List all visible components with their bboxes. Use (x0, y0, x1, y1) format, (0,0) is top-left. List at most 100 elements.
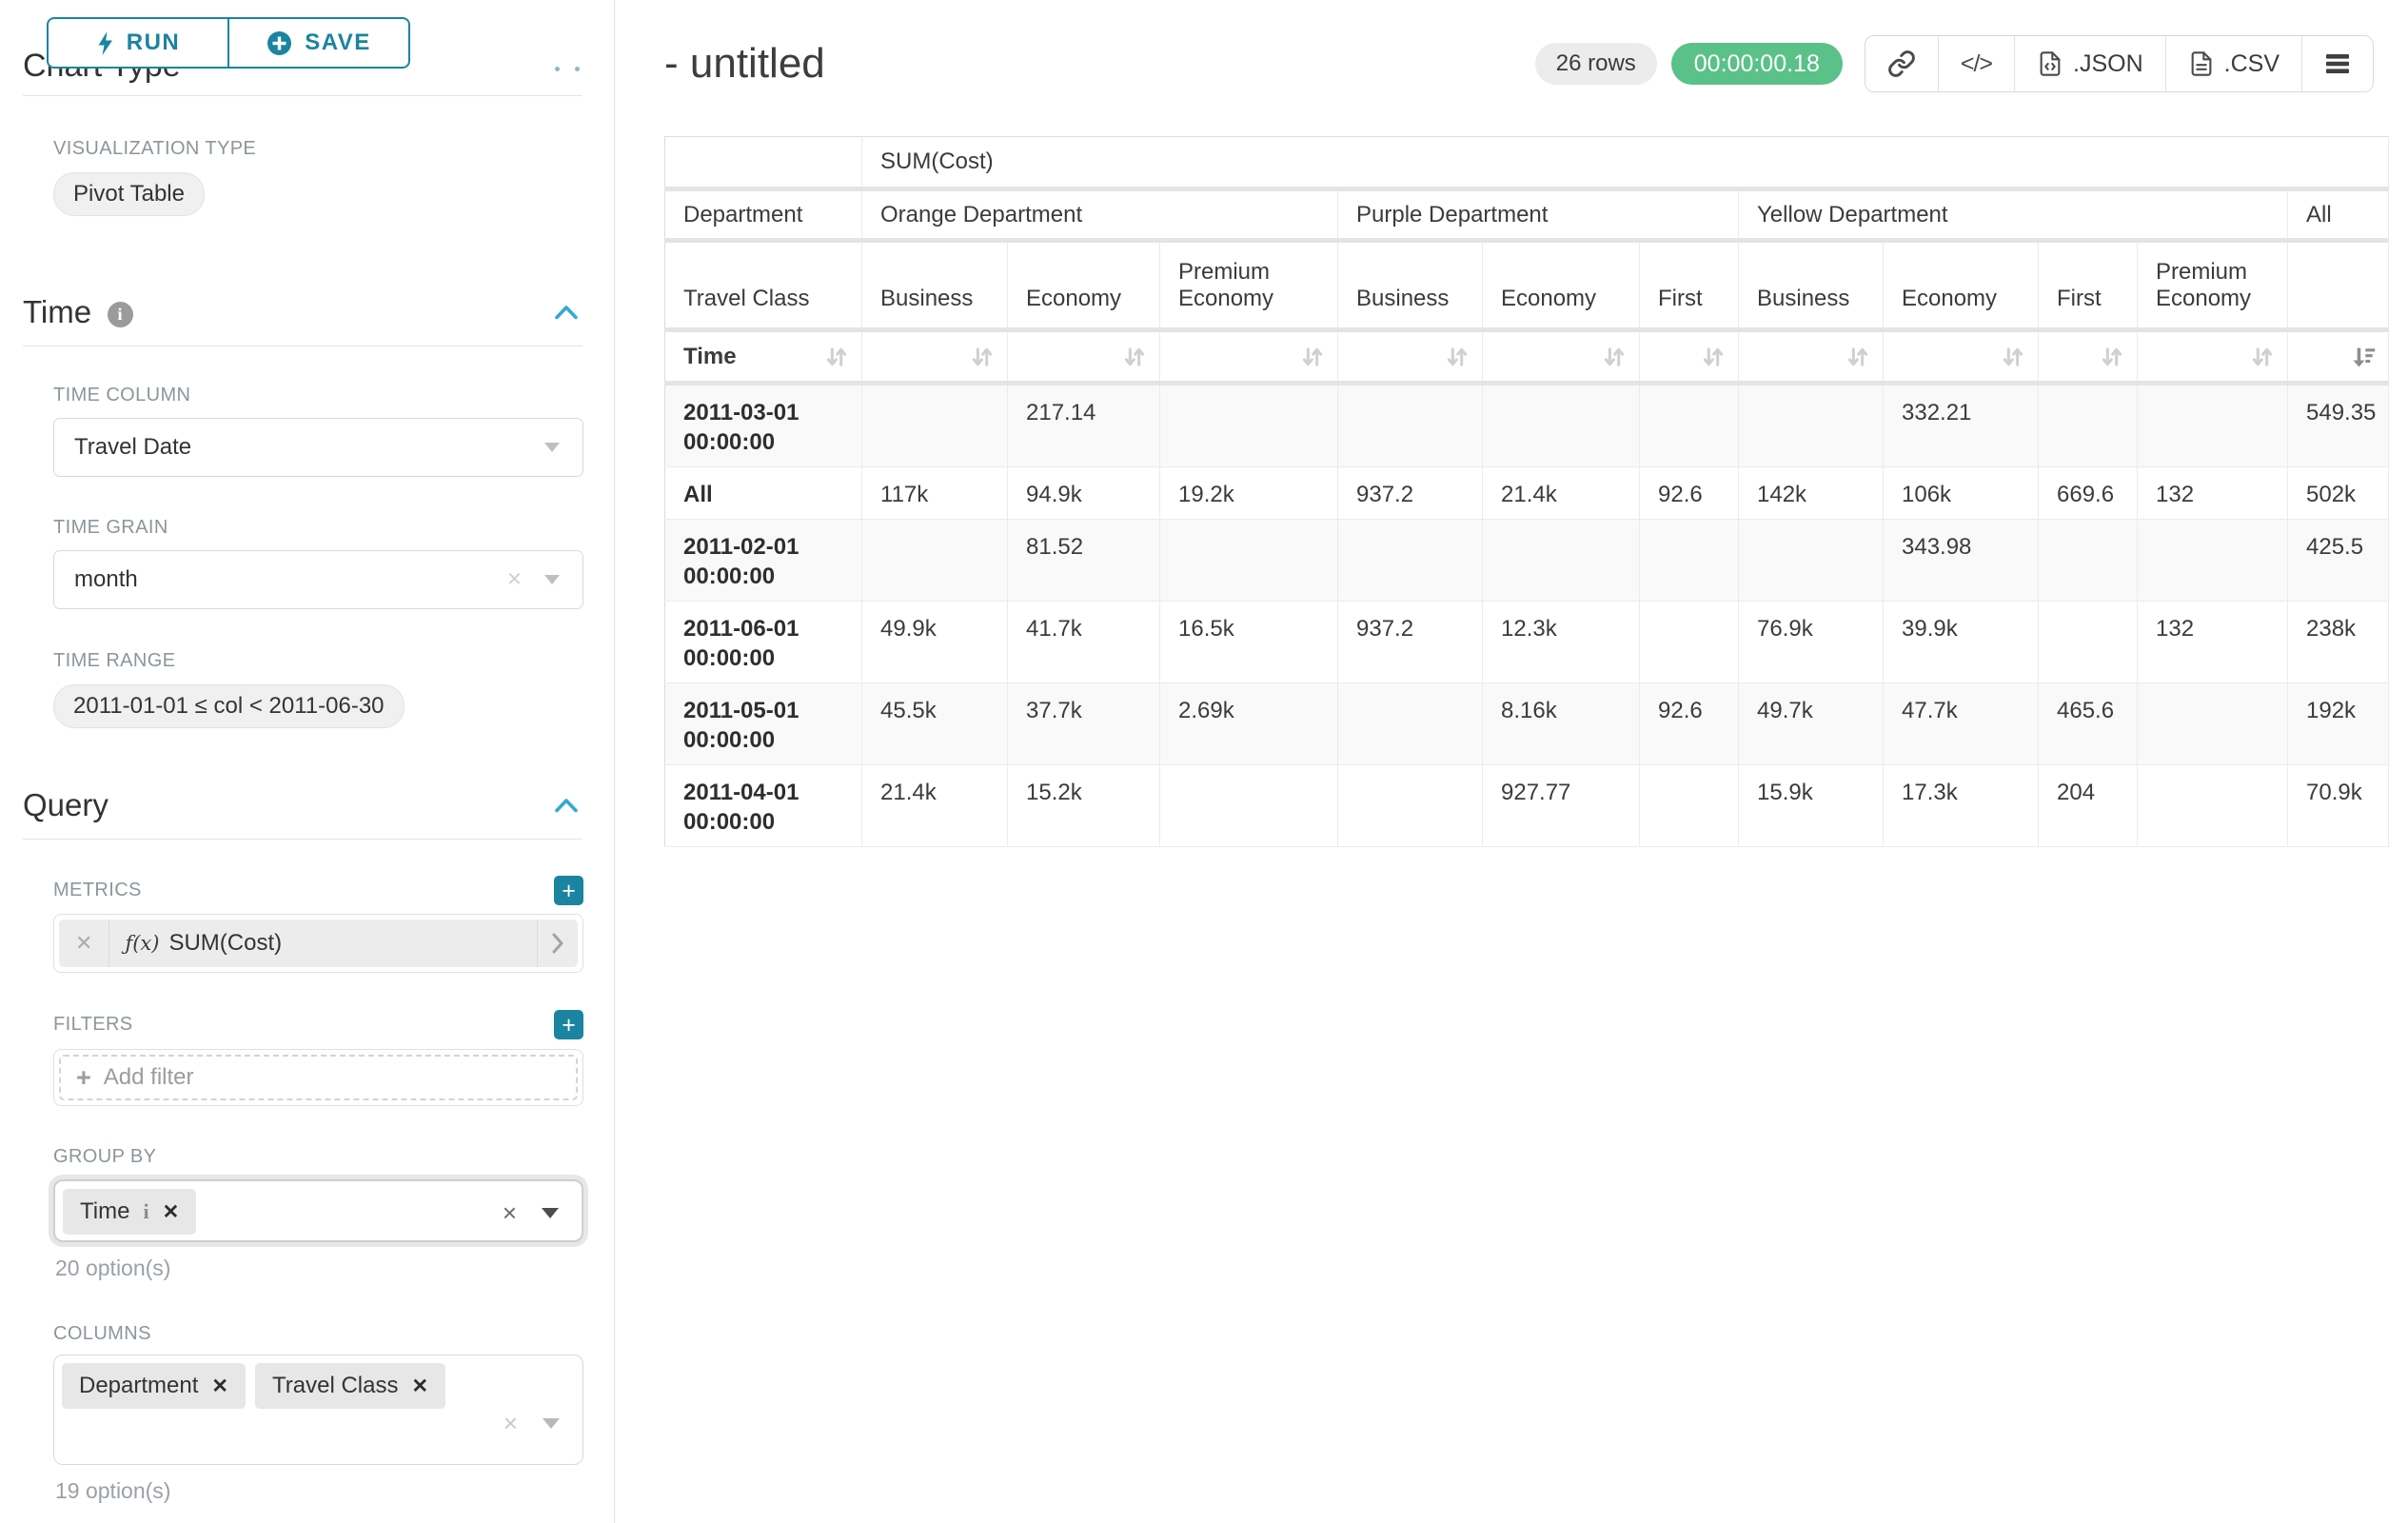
metric-header-row: SUM(Cost) (665, 137, 2389, 189)
column-sort-header[interactable] (1338, 330, 1483, 384)
pivot-cell: 106k (1884, 467, 2039, 520)
chevron-up-icon[interactable] (555, 798, 578, 813)
sort-icon (2099, 344, 2125, 370)
row-label: All (665, 467, 862, 520)
code-icon: </> (1961, 50, 1992, 78)
column-sort-header[interactable] (1884, 330, 2039, 384)
clear-icon[interactable]: × (503, 1409, 518, 1438)
pivot-cell: 927.77 (1483, 765, 1640, 847)
pivot-cell: 343.98 (1884, 520, 2039, 602)
chevron-right-icon[interactable] (537, 920, 578, 967)
clear-icon[interactable]: × (503, 1198, 517, 1228)
share-link-button[interactable] (1865, 36, 1938, 91)
column-sort-header[interactable] (862, 330, 1008, 384)
column-sort-header[interactable] (1008, 330, 1160, 384)
pivot-cell: 549.35 (2288, 384, 2389, 467)
pivot-cell: 19.2k (1160, 467, 1338, 520)
time-column-select[interactable]: Travel Date (53, 418, 583, 477)
pivot-cell: 669.6 (2039, 467, 2138, 520)
column-sort-header[interactable] (2039, 330, 2138, 384)
pivot-cell: 238k (2288, 602, 2389, 683)
run-button[interactable]: RUN (47, 17, 228, 69)
chart-area: - untitled 26 rows 00:00:00.18 </> (616, 0, 2408, 1523)
column-header: Business (862, 241, 1008, 330)
row-count-badge: 26 rows (1535, 43, 1657, 85)
column-group-header: Orange Department (862, 189, 1338, 241)
field-chip[interactable]: Department✕ (62, 1363, 246, 1409)
menu-button[interactable] (2301, 36, 2373, 91)
add-metric-button[interactable]: + (554, 876, 583, 905)
table-row: 2011-02-01 00:00:0081.52343.98425.5 (665, 520, 2389, 602)
chart-title[interactable]: - untitled (664, 40, 825, 88)
chevron-up-icon[interactable] (555, 305, 578, 320)
metrics-container: ✕ ƒ(x) SUM(Cost) (53, 914, 583, 973)
visualization-type-pill[interactable]: Pivot Table (53, 172, 205, 216)
column-header: Business (1338, 241, 1483, 330)
query-timer-badge: 00:00:00.18 (1671, 43, 1843, 85)
table-row: 2011-03-01 00:00:00217.14332.21549.35 (665, 384, 2389, 467)
column-sort-header[interactable] (1483, 330, 1640, 384)
group-by-options-hint: 20 option(s) (55, 1256, 614, 1281)
export-csv-button[interactable]: .CSV (2165, 36, 2301, 91)
chip-label: Time (80, 1198, 129, 1225)
pivot-cell (2138, 683, 2288, 765)
row-label: 2011-03-01 00:00:00 (665, 384, 862, 467)
filters-container: + Add filter (53, 1049, 583, 1106)
info-icon[interactable]: i (143, 1199, 148, 1224)
save-button[interactable]: SAVE (228, 17, 410, 69)
sort-icon (1444, 344, 1470, 370)
column-axis-label: Travel Class (665, 241, 862, 330)
remove-chip-icon[interactable]: ✕ (211, 1375, 228, 1398)
info-icon[interactable]: i (108, 302, 133, 327)
view-query-button[interactable]: </> (1938, 36, 2014, 91)
remove-chip-icon[interactable]: ✕ (163, 1200, 180, 1224)
pivot-cell (2039, 520, 2138, 602)
pivot-cell: 81.52 (1008, 520, 1160, 602)
column-sort-header[interactable] (1640, 330, 1739, 384)
row-axis-sort-header[interactable]: Time (665, 330, 862, 384)
field-chip[interactable]: Travel Class ✕ (255, 1363, 445, 1409)
pivot-cell (1338, 384, 1483, 467)
pivot-cell: 937.2 (1338, 467, 1483, 520)
column-sort-header[interactable] (2288, 330, 2389, 384)
chip-label: Travel Class (272, 1373, 398, 1399)
plus-icon: + (76, 1063, 91, 1093)
column-sort-header[interactable] (1739, 330, 1884, 384)
column-sort-header[interactable] (1160, 330, 1338, 384)
columns-select[interactable]: Department✕ Travel Class ✕ × (53, 1355, 583, 1465)
clear-icon[interactable]: × (507, 564, 522, 593)
section-divider (23, 839, 582, 840)
json-file-icon (2037, 50, 2063, 77)
table-row: 2011-06-01 00:00:0049.9k41.7k16.5k937.21… (665, 602, 2389, 683)
remove-metric-icon[interactable]: ✕ (59, 920, 109, 967)
pivot-cell (1483, 384, 1640, 467)
pivot-cell: 47.7k (1884, 683, 2039, 765)
row-label: 2011-06-01 00:00:00 (665, 602, 862, 683)
pivot-cell: 21.4k (1483, 467, 1640, 520)
time-grain-select[interactable]: month × (53, 550, 583, 609)
panel-resize-handle[interactable] (555, 67, 580, 71)
save-button-label: SAVE (305, 30, 371, 56)
add-filter-button[interactable]: + Add filter (59, 1055, 578, 1100)
export-json-button[interactable]: .JSON (2014, 36, 2165, 91)
pivot-cell (2138, 384, 2288, 467)
pivot-cell: 76.9k (1739, 602, 1884, 683)
pivot-cell (1739, 384, 1884, 467)
time-range-pill[interactable]: 2011-01-01 ≤ col < 2011-06-30 (53, 684, 405, 728)
column-group-row: DepartmentOrange DepartmentPurple Depart… (665, 189, 2389, 241)
pivot-cell: 15.2k (1008, 765, 1160, 847)
metric-chip[interactable]: ✕ ƒ(x) SUM(Cost) (59, 920, 578, 967)
field-chip[interactable]: Timei ✕ (63, 1189, 196, 1235)
remove-chip-icon[interactable]: ✕ (411, 1375, 428, 1398)
sort-icon (1845, 344, 1871, 370)
column-sort-header[interactable] (2138, 330, 2288, 384)
chevron-down-icon (543, 1418, 560, 1429)
pivot-cell (1160, 384, 1338, 467)
pivot-cell: 92.6 (1640, 467, 1739, 520)
pivot-cell: 39.9k (1884, 602, 2039, 683)
group-by-select[interactable]: Timei ✕ × (53, 1179, 583, 1242)
add-filter-plus-button[interactable]: + (554, 1010, 583, 1039)
sort-icon (1601, 344, 1628, 370)
control-panel: Chart Type RUN SAVE VISUALIZATION TYPE (0, 0, 615, 1523)
pivot-cell (2039, 384, 2138, 467)
